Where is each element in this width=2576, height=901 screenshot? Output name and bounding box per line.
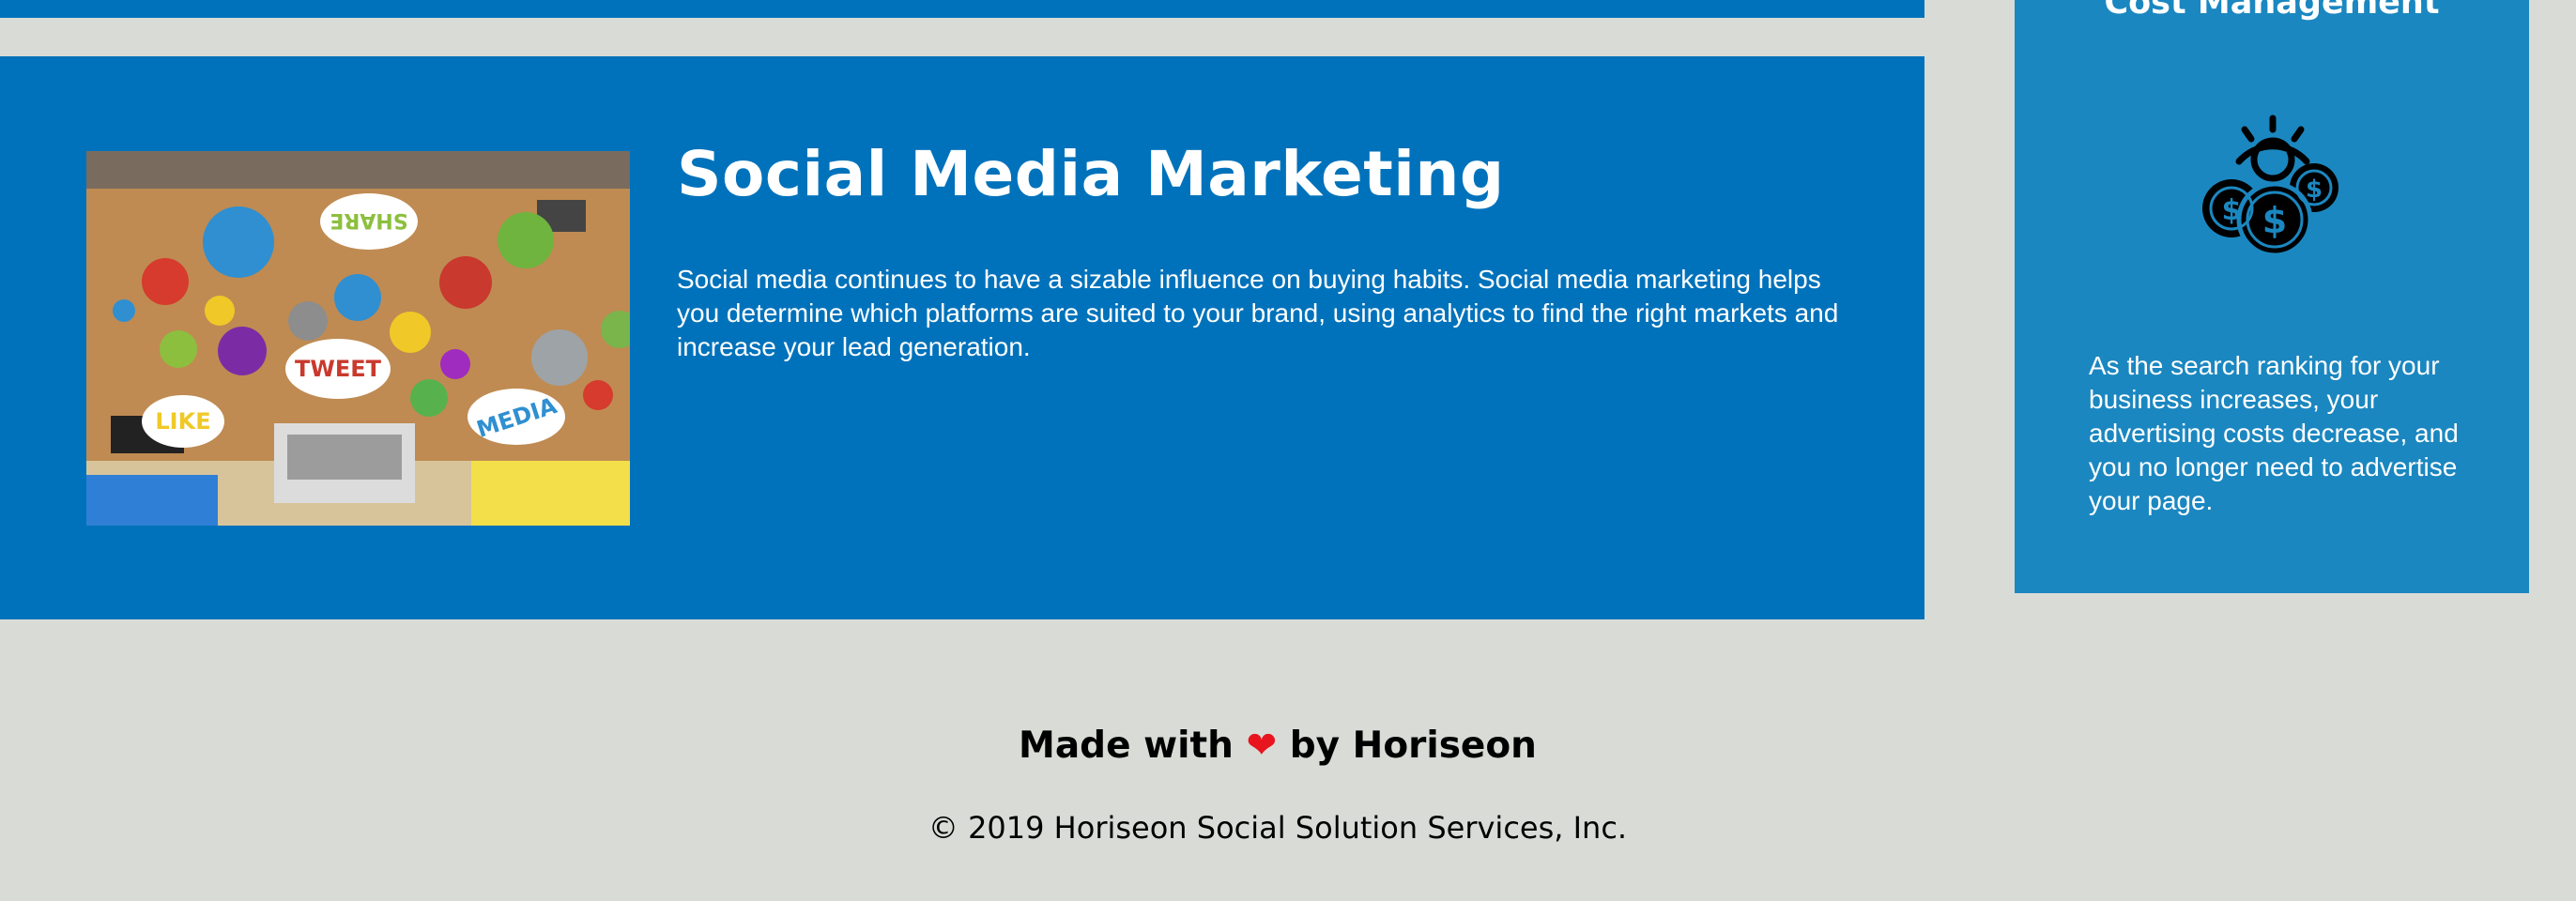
cost-management-sidebar: Cost Management $ $ $ As the search rank… <box>2015 0 2529 593</box>
footer: Made with ❤ by Horiseon © 2019 Horiseon … <box>0 619 2576 901</box>
social-media-marketing-section: SHARE TWEET LIKE MEDIA Social Media Mark… <box>0 56 1924 619</box>
svg-text:$: $ <box>2306 176 2323 204</box>
image-word-share: SHARE <box>330 208 407 232</box>
svg-text:$: $ <box>2262 200 2287 241</box>
copyright-notice: © 2019 Horiseon Social Solution Services… <box>928 810 1628 846</box>
previous-section-bottom <box>0 0 1924 18</box>
made-with-prefix: Made with <box>1019 725 1234 767</box>
social-media-image: SHARE TWEET LIKE MEDIA <box>86 151 630 526</box>
image-word-like: LIKE <box>155 408 210 435</box>
image-word-tweet: TWEET <box>295 356 382 382</box>
heart-icon: ❤ <box>1246 725 1278 767</box>
section-description: Social media continues to have a sizable… <box>677 265 1839 361</box>
sidebar-title: Cost Management <box>2104 0 2440 22</box>
made-with-suffix: by Horiseon <box>1289 725 1537 767</box>
cost-management-icon: $ $ $ <box>2196 111 2350 265</box>
made-with-credit: Made with ❤ by Horiseon <box>0 723 2555 770</box>
sidebar-description: As the search ranking for your business … <box>2089 351 2459 515</box>
svg-text:$: $ <box>2222 194 2242 227</box>
section-title: Social Media Marketing <box>677 138 1505 210</box>
